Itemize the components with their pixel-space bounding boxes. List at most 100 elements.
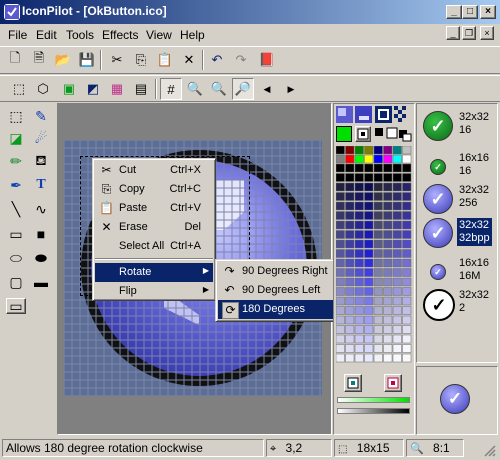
color-swatch[interactable] — [345, 296, 355, 306]
color-swatch[interactable] — [392, 344, 402, 353]
menu-edit[interactable]: Edit — [36, 28, 57, 42]
color-swatch[interactable] — [335, 268, 345, 277]
menu-item-rotate-90-left[interactable]: ↶ 90 Degrees Left — [218, 281, 350, 300]
color-swatch[interactable] — [335, 154, 345, 164]
color-swatch[interactable] — [354, 325, 364, 334]
color-swatch[interactable] — [383, 201, 393, 211]
color-slider-top[interactable] — [337, 397, 410, 403]
color-swatch[interactable] — [354, 220, 364, 230]
color-swatch[interactable] — [345, 182, 355, 192]
color-swatch[interactable] — [383, 277, 393, 287]
color-swatch[interactable] — [335, 287, 345, 296]
menu-item-erase[interactable]: ✕ Erase Del — [95, 218, 213, 237]
color-swatch[interactable] — [345, 334, 355, 344]
color-swatch[interactable] — [373, 173, 383, 182]
frame-green-icon[interactable]: ▣ — [58, 78, 80, 100]
color-swatch[interactable] — [345, 315, 355, 325]
color-swatch[interactable] — [373, 277, 383, 287]
color-swatch[interactable] — [383, 163, 393, 173]
color-swatch[interactable] — [345, 239, 355, 249]
color-swatch[interactable] — [364, 249, 374, 258]
color-swatch[interactable] — [392, 230, 402, 239]
color-swatch[interactable] — [402, 334, 412, 344]
color-swatch[interactable] — [383, 344, 393, 353]
mdi-close-button[interactable]: × — [480, 26, 494, 40]
color-swatch[interactable] — [392, 325, 402, 334]
color-swatch[interactable] — [373, 182, 383, 192]
color-swatch[interactable] — [383, 287, 393, 296]
color-swatch[interactable] — [373, 249, 383, 258]
color-swatch[interactable] — [392, 296, 402, 306]
color-swatch[interactable] — [402, 230, 412, 239]
color-swatch[interactable] — [364, 258, 374, 268]
eraser-icon[interactable]: ◪ — [5, 128, 27, 148]
color-swatch[interactable] — [345, 258, 355, 268]
color-swatch[interactable] — [345, 277, 355, 287]
color-swatch[interactable] — [364, 353, 374, 363]
color-swatch[interactable] — [335, 211, 345, 220]
text-icon[interactable]: T — [30, 175, 52, 195]
open-icon[interactable]: 📂 — [52, 49, 74, 71]
rectangle-icon[interactable]: ▭ — [5, 224, 27, 244]
color-swatch[interactable] — [392, 182, 402, 192]
color-swatch[interactable] — [354, 239, 364, 249]
pencil-icon[interactable]: ✏ — [5, 151, 27, 171]
color-swatch[interactable] — [345, 145, 355, 155]
color-swatch[interactable] — [335, 334, 345, 344]
color-swatch[interactable] — [402, 201, 412, 211]
color-swatch[interactable] — [383, 211, 393, 220]
spray-icon[interactable]: ☄ — [30, 128, 52, 148]
color-swatch[interactable] — [335, 220, 345, 230]
color-swatch[interactable] — [345, 306, 355, 315]
rect-select-icon[interactable]: ⬚ — [5, 106, 27, 126]
menu-view[interactable]: View — [146, 28, 172, 42]
color-swatch[interactable] — [373, 239, 383, 249]
color-swatch[interactable] — [402, 163, 412, 173]
color-swatch[interactable] — [383, 173, 393, 182]
color-swatch[interactable] — [364, 325, 374, 334]
menu-item-copy[interactable]: ⎘ Copy Ctrl+C — [95, 180, 213, 199]
color-swatch[interactable] — [364, 145, 374, 155]
color-swatch[interactable] — [402, 353, 412, 363]
brush-icon[interactable]: ✒ — [5, 175, 27, 195]
next-format-icon[interactable]: ▶ — [280, 78, 302, 100]
paste-icon[interactable]: 📋 — [154, 49, 176, 71]
menu-tools[interactable]: Tools — [66, 28, 94, 42]
color-swatch[interactable] — [383, 334, 393, 344]
color-swatch[interactable] — [335, 306, 345, 315]
color-swatch[interactable] — [335, 315, 345, 325]
color-swatch[interactable] — [354, 163, 364, 173]
color-swatch[interactable] — [354, 315, 364, 325]
color-swatch[interactable] — [364, 230, 374, 239]
color-swatch[interactable] — [373, 192, 383, 201]
color-swatch[interactable] — [335, 239, 345, 249]
color-swatch[interactable] — [354, 334, 364, 344]
color-swatch[interactable] — [373, 344, 383, 353]
color-swatch[interactable] — [392, 334, 402, 344]
color-swatch[interactable] — [383, 230, 393, 239]
color-swatch[interactable] — [345, 325, 355, 334]
color-swatch[interactable] — [402, 306, 412, 315]
color-swatch[interactable] — [354, 173, 364, 182]
color-swatch[interactable] — [364, 334, 374, 344]
color-swatch[interactable] — [402, 287, 412, 296]
mdi-minimize-button[interactable]: _ — [446, 26, 460, 40]
color-swatch[interactable] — [345, 287, 355, 296]
color-swatch[interactable] — [392, 192, 402, 201]
color-swatch[interactable] — [364, 277, 374, 287]
color-swatch[interactable] — [392, 220, 402, 230]
color-swatch[interactable] — [392, 268, 402, 277]
color-swatch[interactable] — [335, 182, 345, 192]
color-swatch[interactable] — [354, 287, 364, 296]
color-swatch[interactable] — [335, 145, 345, 155]
screen-color-icon[interactable] — [355, 126, 371, 142]
menu-effects[interactable]: Effects — [102, 28, 138, 42]
color-swatch[interactable] — [335, 353, 345, 363]
color-swatch[interactable] — [392, 306, 402, 315]
color-swatch[interactable] — [364, 173, 374, 182]
color-swatch[interactable] — [364, 182, 374, 192]
color-swatch[interactable] — [392, 239, 402, 249]
color-swatch[interactable] — [354, 296, 364, 306]
color-swatch[interactable] — [335, 277, 345, 287]
color-swatch[interactable] — [345, 344, 355, 353]
